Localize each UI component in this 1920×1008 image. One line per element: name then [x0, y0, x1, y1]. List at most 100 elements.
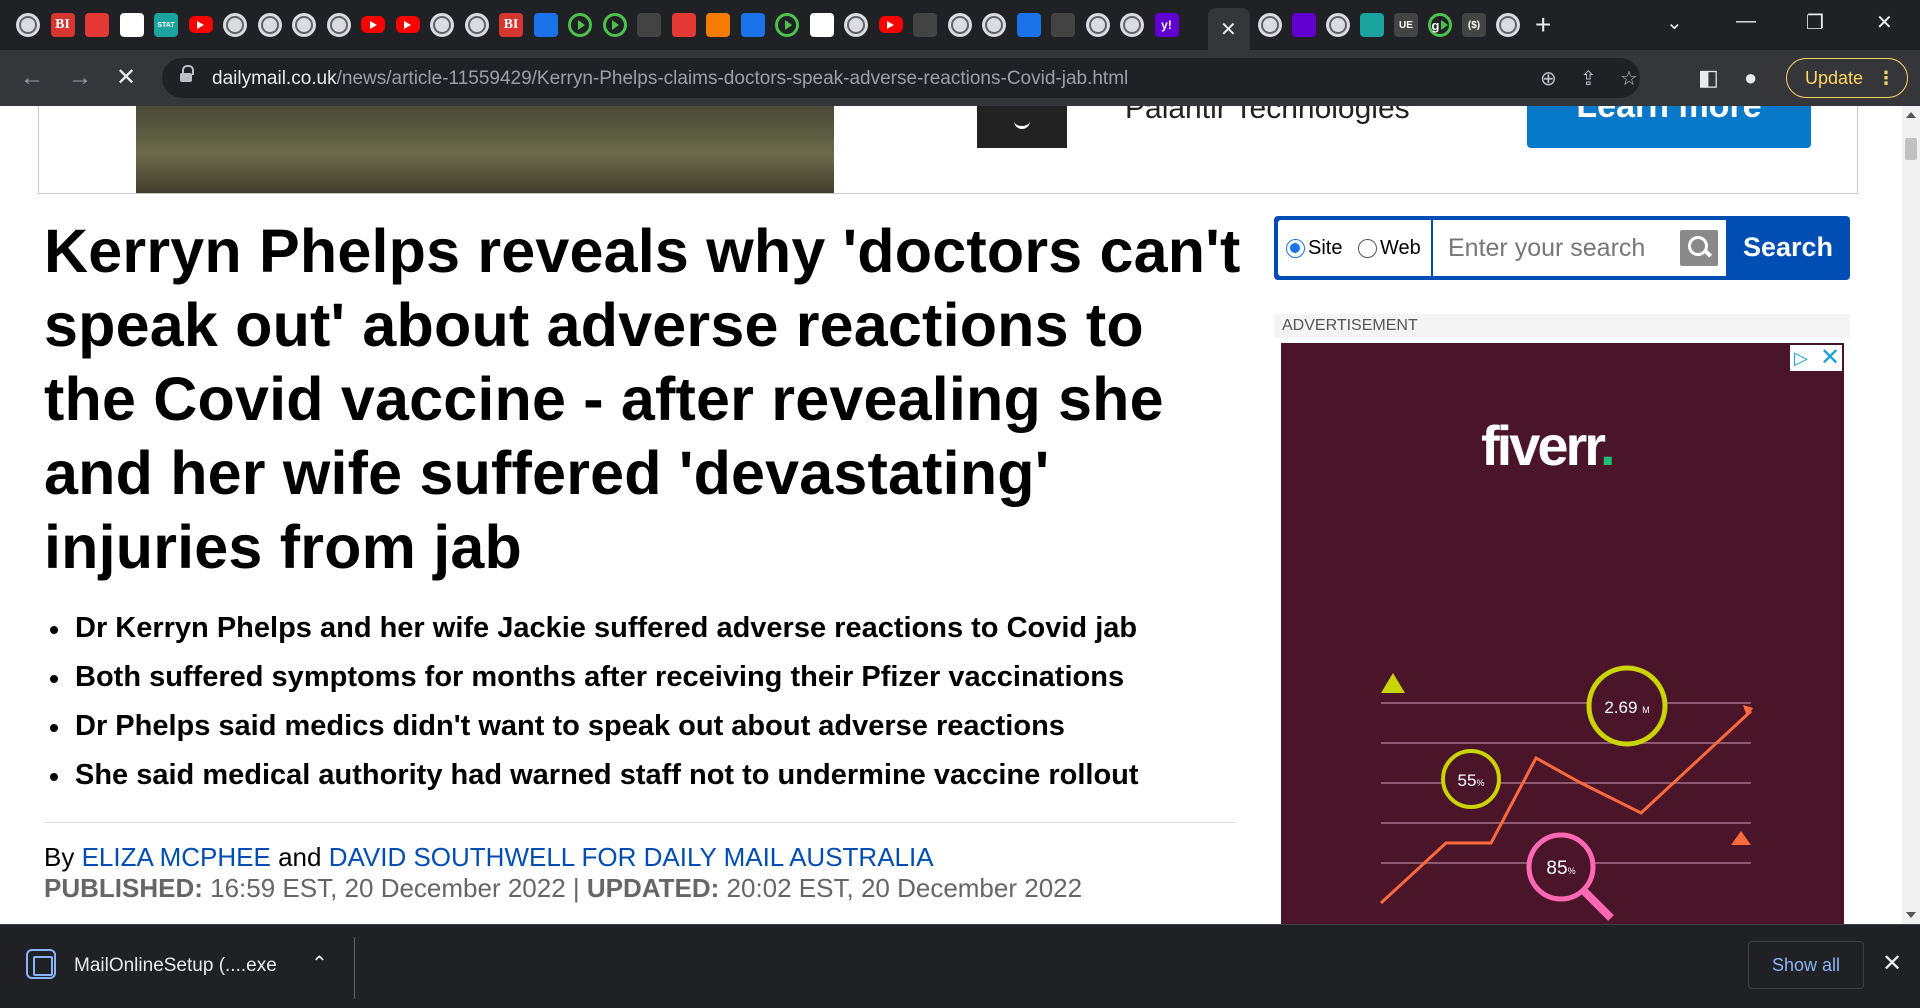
media-tab-icon[interactable] [1016, 13, 1041, 37]
minimize-button[interactable]: — [1736, 10, 1756, 33]
globe-tab-icon[interactable] [1085, 13, 1110, 37]
summary-bullet: Dr Kerryn Phelps and her wife Jackie suf… [44, 604, 1244, 653]
media-tab-icon[interactable] [740, 13, 765, 37]
green-play-tab-icon[interactable] [602, 13, 627, 37]
youtube-tab-icon[interactable] [878, 16, 903, 33]
summary-bullet: Both suffered symptoms for months after … [44, 653, 1244, 702]
ue-tab-icon[interactable]: UE [1394, 13, 1418, 37]
scroll-down-icon[interactable] [1906, 912, 1916, 918]
white-tab-icon[interactable] [119, 13, 144, 37]
youtube-tab-icon[interactable] [395, 16, 420, 33]
zoom-icon[interactable]: ⊕ [1540, 66, 1557, 91]
youtube-tab-icon[interactable] [188, 16, 213, 33]
bi-tab-icon[interactable]: BI [499, 13, 523, 37]
bi-tab-icon[interactable]: BI [50, 13, 75, 37]
globe-tab-icon[interactable] [1258, 13, 1282, 37]
search-input[interactable] [1448, 232, 1668, 264]
radio-web-label[interactable]: Web [1380, 237, 1421, 260]
globe-tab-icon[interactable] [947, 13, 972, 37]
summary-bullet: Dr Phelps said medics didn't want to spe… [44, 702, 1244, 751]
tree-tab-icon[interactable] [1360, 13, 1384, 37]
globe-tab-icon[interactable] [464, 13, 489, 37]
active-tab[interactable]: ✕ [1208, 8, 1250, 50]
bookmark-tab-icon[interactable] [671, 13, 696, 37]
share-icon[interactable]: ⇪ [1580, 66, 1597, 91]
address-bar[interactable]: dailymail.co.uk/news/article-11559429/Ke… [162, 58, 1640, 98]
globe-tab-icon[interactable] [326, 13, 351, 37]
back-arrow-icon[interactable]: ← [20, 64, 44, 92]
update-button[interactable]: Update ⋮ [1786, 58, 1908, 98]
url-text[interactable]: dailymail.co.uk/news/article-11559429/Ke… [212, 68, 1128, 90]
download-bar-close-icon[interactable]: ✕ [1882, 949, 1902, 978]
url-host: dailymail.co.uk [212, 68, 337, 89]
search-divider [1431, 220, 1433, 276]
new-tab-button[interactable]: + [1535, 8, 1551, 42]
target-tab-icon[interactable] [85, 13, 109, 37]
globe-tab-icon[interactable] [430, 13, 454, 37]
side-panel-icon[interactable]: ◧ [1698, 64, 1719, 92]
green-play-tab-icon[interactable] [568, 13, 592, 37]
radio-site-label[interactable]: Site [1308, 237, 1342, 260]
page-scrollbar[interactable] [1902, 106, 1920, 924]
fiverr-side-ad[interactable]: 2.69 M 55% 85% fiverr. ▷ ✕ [1281, 343, 1844, 924]
scroll-thumb[interactable] [1905, 138, 1917, 160]
dollar-tab-icon[interactable]: ($) [1462, 13, 1486, 37]
bookmark-star-icon[interactable]: ☆ [1620, 66, 1638, 91]
tag-tab-icon[interactable] [913, 13, 937, 37]
green-play-tab-icon[interactable] [775, 13, 799, 37]
adchoices-badge[interactable]: ▷ ✕ [1790, 345, 1842, 371]
radio-site[interactable] [1286, 239, 1305, 258]
globe-tab-icon[interactable] [257, 13, 282, 37]
magnifier-icon[interactable] [1680, 230, 1718, 266]
byline-divider [44, 822, 1236, 823]
download-file-icon[interactable] [26, 949, 56, 979]
top-banner-ad[interactable]: Palantir Technologies Learn more [38, 106, 1858, 194]
yahoo-mail-tab-icon[interactable] [1292, 13, 1316, 37]
profile-avatar-icon[interactable]: ● [1744, 64, 1757, 92]
shield-tab-icon[interactable] [637, 13, 661, 37]
menu-dots-icon[interactable]: ⋮ [1877, 59, 1895, 97]
close-tab-icon[interactable]: ✕ [1220, 17, 1237, 42]
stack-tab-icon[interactable] [706, 13, 730, 37]
media-tab-icon[interactable] [533, 13, 558, 37]
download-divider [354, 937, 355, 999]
window-close-button[interactable]: ✕ [1876, 10, 1893, 35]
author-link-david-southwell[interactable]: DAVID SOUTHWELL FOR DAILY MAIL AUSTRALIA [329, 842, 934, 872]
grid-tab-icon[interactable] [809, 13, 834, 37]
search-tab-icon[interactable] [1051, 13, 1075, 37]
lock-icon[interactable] [180, 65, 194, 84]
restore-button[interactable]: ❐ [1806, 10, 1824, 35]
search-box: Site Web [1278, 220, 1726, 276]
stop-loading-icon[interactable]: ✕ [116, 64, 136, 92]
globe-tab-icon[interactable] [292, 13, 316, 37]
download-bar: MailOnlineSetup (....exe ⌃ Show all ✕ [0, 924, 1920, 1008]
ad-close-icon[interactable]: ✕ [1820, 346, 1840, 370]
tab-search-icon[interactable]: ⌄ [1666, 10, 1683, 35]
globe-tab-icon[interactable] [223, 13, 247, 37]
globe-tab-icon[interactable] [1326, 13, 1350, 37]
ad-learn-more-button[interactable]: Learn more [1527, 106, 1811, 148]
scroll-up-icon[interactable] [1906, 112, 1916, 118]
globe-tab-icon[interactable] [16, 13, 40, 37]
download-file-name[interactable]: MailOnlineSetup (....exe [74, 955, 277, 977]
adchoices-icon[interactable]: ▷ [1794, 348, 1814, 368]
ad-magnifier-handle [1581, 888, 1614, 921]
show-all-button[interactable]: Show all [1748, 941, 1864, 989]
radio-web[interactable] [1358, 239, 1377, 258]
globe-tab-icon[interactable] [1496, 13, 1520, 37]
globe-tab-icon[interactable] [982, 13, 1006, 37]
chevron-up-icon[interactable]: ⌃ [311, 951, 328, 976]
page-content: Palantir Technologies Learn more Kerryn … [0, 106, 1902, 924]
update-label: Update [1805, 68, 1864, 88]
article-headline: Kerryn Phelps reveals why 'doctors can't… [44, 217, 1241, 581]
yahoo-tab-icon[interactable]: y! [1154, 13, 1179, 37]
search-button[interactable]: Search [1730, 216, 1846, 280]
globe-tab-icon[interactable] [1120, 13, 1144, 37]
stat-tab-icon[interactable]: STAT [154, 13, 178, 37]
author-link-eliza-mcphee[interactable]: ELIZA MCPHEE [82, 842, 271, 872]
green-g-tab-icon[interactable]: g [1428, 13, 1452, 37]
ad-photo [136, 106, 834, 193]
globe-tab-icon[interactable] [844, 13, 868, 37]
youtube-tab-icon[interactable] [361, 16, 385, 33]
forward-arrow-icon[interactable]: → [68, 64, 92, 92]
